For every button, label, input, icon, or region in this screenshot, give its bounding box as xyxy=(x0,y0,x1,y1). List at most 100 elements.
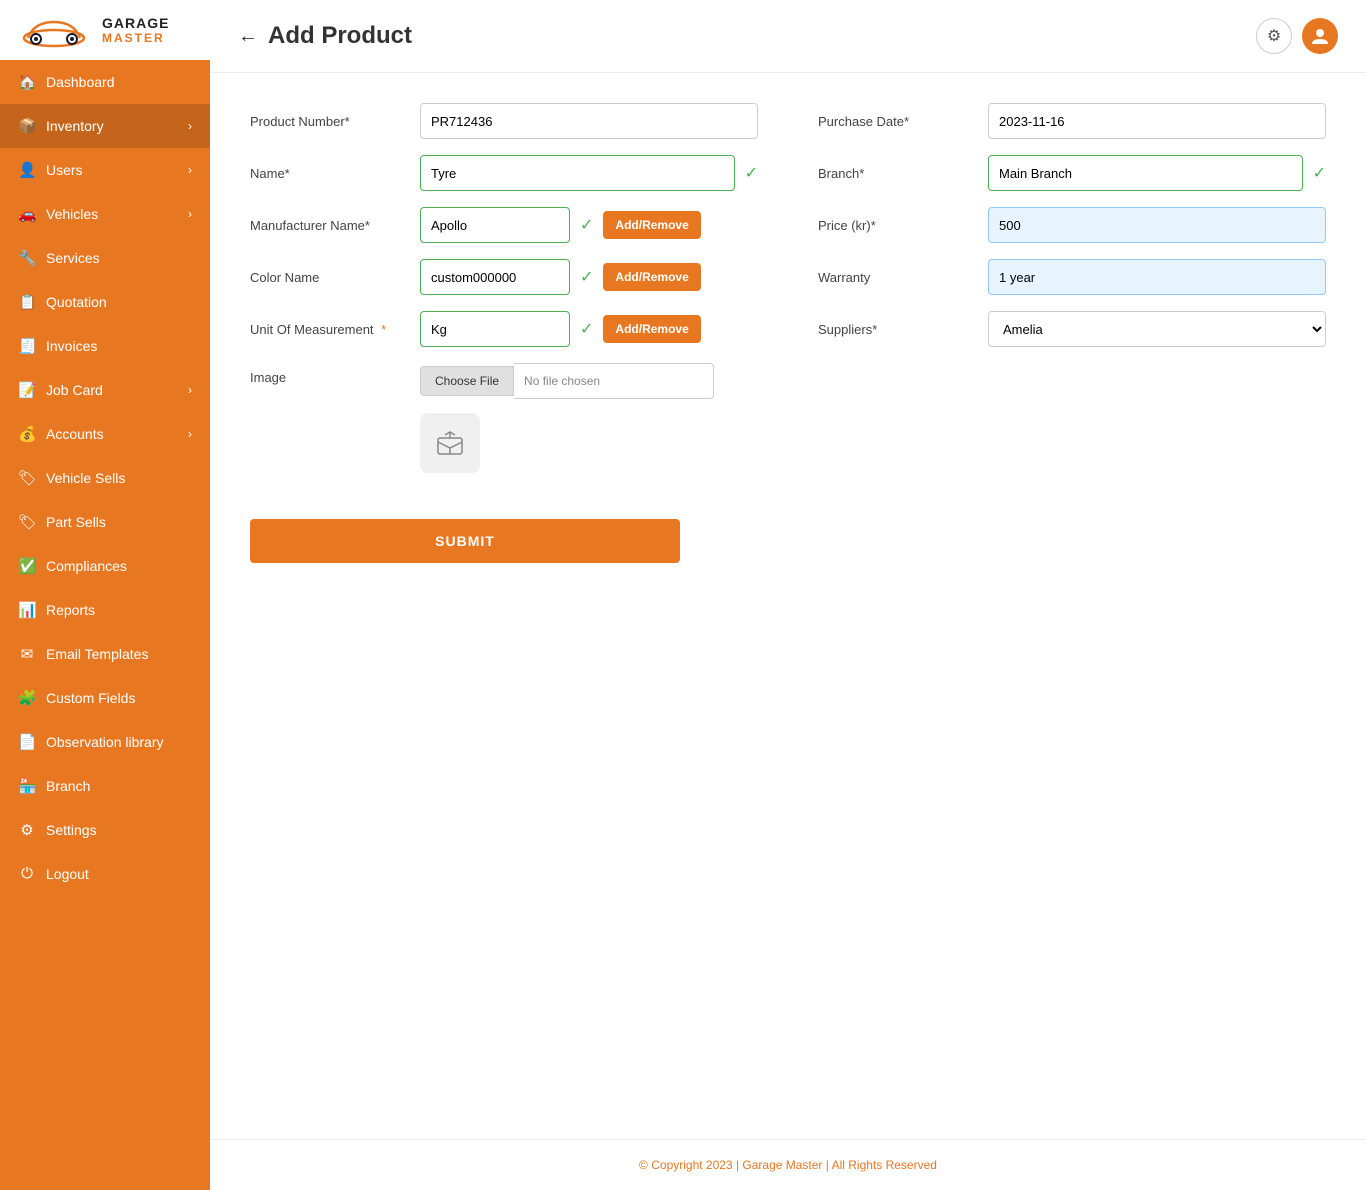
color-add-remove-button[interactable]: Add/Remove xyxy=(603,263,700,291)
warranty-row: Warranty xyxy=(818,259,1326,295)
nav-icon-jobcard: 📝 xyxy=(18,381,36,399)
sidebar-item-branch[interactable]: 🏪 Branch xyxy=(0,764,210,808)
nav-label-jobcard: Job Card xyxy=(46,382,103,398)
color-input[interactable] xyxy=(420,259,570,295)
price-row: Price (kr)* xyxy=(818,207,1326,243)
nav-icon-dashboard: 🏠 xyxy=(18,73,36,91)
choose-file-button[interactable]: Choose File xyxy=(420,366,514,396)
branch-label: Branch* xyxy=(818,166,978,181)
sidebar-item-part-sells[interactable]: 🏷 Part Sells xyxy=(0,500,210,544)
nav-arrow-users: › xyxy=(188,163,192,177)
nav-arrow-vehicles: › xyxy=(188,207,192,221)
nav-arrow-accounts: › xyxy=(188,427,192,441)
page-title-area: ← Add Product xyxy=(238,22,412,50)
logo-image xyxy=(14,10,94,50)
nav-arrow-jobcard: › xyxy=(188,383,192,397)
nav-label-part-sells: Part Sells xyxy=(46,514,106,530)
nav-label-accounts: Accounts xyxy=(46,426,104,442)
purchase-date-row: Purchase Date* xyxy=(818,103,1326,139)
nav-label-reports: Reports xyxy=(46,602,95,618)
sidebar-item-users[interactable]: 👤 Users › xyxy=(0,148,210,192)
sidebar-item-compliances[interactable]: ✅ Compliances xyxy=(0,544,210,588)
nav-label-users: Users xyxy=(46,162,83,178)
product-number-row: Product Number* xyxy=(250,103,758,139)
sidebar-item-quotation[interactable]: 📋 Quotation xyxy=(0,280,210,324)
submit-button[interactable]: SUBMIT xyxy=(250,519,680,563)
unit-add-remove-button[interactable]: Add/Remove xyxy=(603,315,700,343)
logo-sub: MASTER xyxy=(102,31,169,45)
nav-icon-observation-library: 📄 xyxy=(18,733,36,751)
manufacturer-input[interactable] xyxy=(420,207,570,243)
warranty-input[interactable] xyxy=(988,259,1326,295)
sidebar-item-jobcard[interactable]: 📝 Job Card › xyxy=(0,368,210,412)
nav-label-compliances: Compliances xyxy=(46,558,127,574)
nav-icon-compliances: ✅ xyxy=(18,557,36,575)
nav-icon-inventory: 📦 xyxy=(18,117,36,135)
warranty-label: Warranty xyxy=(818,270,978,285)
price-input[interactable] xyxy=(988,207,1326,243)
nav-label-vehicles: Vehicles xyxy=(46,206,98,222)
nav-icon-custom-fields: 🧩 xyxy=(18,689,36,707)
purchase-date-input[interactable] xyxy=(988,103,1326,139)
sidebar-item-vehicle-sells[interactable]: 🏷 Vehicle Sells xyxy=(0,456,210,500)
name-check-icon: ✓ xyxy=(745,163,758,183)
manufacturer-add-remove-button[interactable]: Add/Remove xyxy=(603,211,700,239)
nav-label-settings: Settings xyxy=(46,822,97,838)
settings-icon-button[interactable]: ⚙ xyxy=(1256,18,1292,54)
nav-label-services: Services xyxy=(46,250,100,266)
form-grid: Product Number* Name* ✓ Manufacturer Nam… xyxy=(250,103,1326,489)
sidebar-item-reports[interactable]: 📊 Reports xyxy=(0,588,210,632)
nav-label-email-templates: Email Templates xyxy=(46,646,148,662)
nav-label-observation-library: Observation library xyxy=(46,734,164,750)
nav-menu: 🏠 Dashboard 📦 Inventory › 👤 Users › 🚗 Ve… xyxy=(0,60,210,895)
unit-input[interactable] xyxy=(420,311,570,347)
footer-highlight: All Rights Reserved xyxy=(832,1158,937,1172)
name-label: Name* xyxy=(250,166,410,181)
nav-label-quotation: Quotation xyxy=(46,294,107,310)
sidebar-item-dashboard[interactable]: 🏠 Dashboard xyxy=(0,60,210,104)
nav-icon-logout: ⏻ xyxy=(18,865,36,882)
logo-text: GARAGE MASTER xyxy=(102,15,169,45)
sidebar-item-custom-fields[interactable]: 🧩 Custom Fields xyxy=(0,676,210,720)
logo-brand: GARAGE xyxy=(102,15,169,31)
sidebar-item-vehicles[interactable]: 🚗 Vehicles › xyxy=(0,192,210,236)
file-name-display: No file chosen xyxy=(514,363,714,399)
user-avatar-button[interactable] xyxy=(1302,18,1338,54)
user-icon xyxy=(1310,26,1330,46)
file-input-row: Choose File No file chosen xyxy=(420,363,714,399)
nav-label-dashboard: Dashboard xyxy=(46,74,115,90)
sidebar: GARAGE MASTER 🏠 Dashboard 📦 Inventory › … xyxy=(0,0,210,1190)
branch-row: Branch* ✓ xyxy=(818,155,1326,191)
product-number-label: Product Number* xyxy=(250,114,410,129)
name-input[interactable] xyxy=(420,155,735,191)
nav-label-branch: Branch xyxy=(46,778,90,794)
sidebar-item-observation-library[interactable]: 📄 Observation library xyxy=(0,720,210,764)
sidebar-item-inventory[interactable]: 📦 Inventory › xyxy=(0,104,210,148)
suppliers-row: Suppliers* Amelia John Sarah xyxy=(818,311,1326,347)
nav-icon-vehicles: 🚗 xyxy=(18,205,36,223)
nav-icon-part-sells: 🏷 xyxy=(18,513,36,531)
topbar: ← Add Product ⚙ xyxy=(210,0,1366,73)
main-content: ← Add Product ⚙ Product Number* xyxy=(210,0,1366,1190)
box-icon xyxy=(435,428,465,458)
topbar-icons: ⚙ xyxy=(1256,18,1338,54)
footer: © Copyright 2023 | Garage Master | All R… xyxy=(210,1139,1366,1190)
back-button[interactable]: ← xyxy=(238,25,258,48)
sidebar-item-settings[interactable]: ⚙ Settings xyxy=(0,808,210,852)
unit-row: Unit Of Measurement * ✓ Add/Remove xyxy=(250,311,758,347)
sidebar-item-accounts[interactable]: 💰 Accounts › xyxy=(0,412,210,456)
sidebar-item-email-templates[interactable]: ✉ Email Templates xyxy=(0,632,210,676)
nav-icon-email-templates: ✉ xyxy=(18,645,36,663)
sidebar-item-services[interactable]: 🔧 Services xyxy=(0,236,210,280)
image-label: Image xyxy=(250,370,410,385)
sidebar-item-logout[interactable]: ⏻ Logout xyxy=(0,852,210,895)
suppliers-select[interactable]: Amelia John Sarah xyxy=(988,311,1326,347)
nav-label-inventory: Inventory xyxy=(46,118,104,134)
sidebar-item-invoices[interactable]: 🧾 Invoices xyxy=(0,324,210,368)
nav-icon-vehicle-sells: 🏷 xyxy=(18,469,36,487)
branch-input[interactable] xyxy=(988,155,1303,191)
manufacturer-check-icon: ✓ xyxy=(580,215,593,235)
product-number-input[interactable] xyxy=(420,103,758,139)
nav-icon-settings: ⚙ xyxy=(18,821,36,839)
nav-arrow-inventory: › xyxy=(188,119,192,133)
